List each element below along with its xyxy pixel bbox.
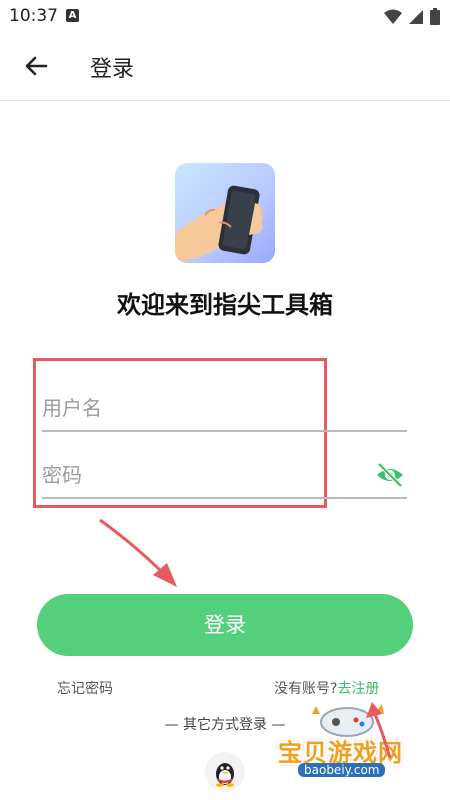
username-field[interactable] xyxy=(42,390,407,432)
app-logo xyxy=(175,163,275,263)
battery-icon xyxy=(430,8,440,25)
password-field[interactable] xyxy=(42,457,407,499)
back-button[interactable] xyxy=(20,50,52,82)
password-input[interactable] xyxy=(42,457,362,493)
welcome-heading: 欢迎来到指尖工具箱 xyxy=(117,291,333,319)
status-time: 10:37 xyxy=(9,6,58,26)
annotation-arrow-icon xyxy=(366,702,392,759)
eye-off-icon[interactable] xyxy=(375,460,405,490)
cellular-signal-icon xyxy=(409,9,423,24)
forgot-password-link[interactable]: 忘记密码 xyxy=(57,678,113,698)
hand-holding-phone-icon xyxy=(175,185,263,263)
status-bar: 10:37 A xyxy=(0,0,450,32)
no-account-label: 没有账号? xyxy=(274,681,338,697)
qq-penguin-icon xyxy=(216,763,234,787)
status-icons xyxy=(384,8,440,25)
annotation-arrow-icon xyxy=(99,518,177,587)
login-button[interactable]: 登录 xyxy=(37,594,413,656)
arrow-left-icon xyxy=(25,56,48,76)
username-input[interactable] xyxy=(42,390,362,426)
watermark-url: baobeiy.com xyxy=(298,763,386,777)
notification-app-icon: A xyxy=(66,9,79,22)
app-bar: 登录 xyxy=(0,32,450,101)
qq-login-button[interactable] xyxy=(205,752,245,792)
page-title: 登录 xyxy=(90,57,135,82)
wifi-icon xyxy=(384,9,402,24)
register-link[interactable]: 去注册 xyxy=(337,681,379,697)
no-account-text: 没有账号?去注册 xyxy=(274,678,379,698)
